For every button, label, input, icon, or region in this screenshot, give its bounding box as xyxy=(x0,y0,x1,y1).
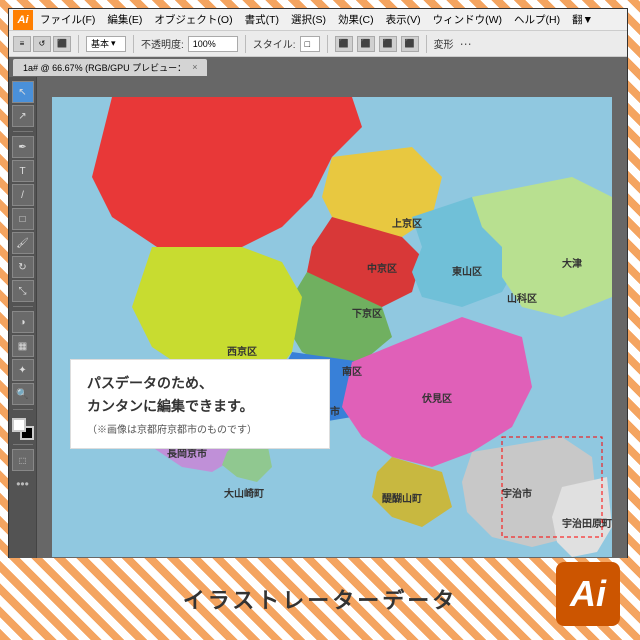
nakagyo-label: 中京区 xyxy=(367,262,397,275)
ujitawara-label: 宇治田原町 xyxy=(562,517,612,530)
style-box: □ xyxy=(305,39,310,49)
rotate-tool[interactable]: ↻ xyxy=(12,256,34,278)
oyamazaki-label: 大山崎町 xyxy=(224,487,264,500)
menu-select[interactable]: 選択(S) xyxy=(288,11,329,28)
toolbar-mode: 基本 ▾ xyxy=(86,36,126,52)
mode-arrow: ▾ xyxy=(111,38,116,49)
select-tool[interactable]: ↖ xyxy=(12,81,34,103)
menu-help[interactable]: ヘルプ(H) xyxy=(511,11,563,28)
toolbar-left: ≡ ↺ ⬛ xyxy=(13,36,71,52)
menu-file[interactable]: ファイル(F) xyxy=(37,11,98,28)
separator-3 xyxy=(245,35,246,53)
yamashina-label: 山科区 xyxy=(507,292,537,305)
zoom-tool[interactable]: 🔍 xyxy=(12,383,34,405)
scale-tool[interactable]: ⤡ xyxy=(12,280,34,302)
shimogyo-label: 下京区 xyxy=(352,307,382,320)
banner-title: イラストレーターデータ xyxy=(183,583,458,615)
separator-2 xyxy=(133,35,134,53)
menu-view[interactable]: 表示(V) xyxy=(383,11,424,28)
style-label: スタイル: xyxy=(253,36,296,51)
menu-bar: Ai ファイル(F) 編集(E) オブジェクト(O) 書式(T) 選択(S) 効… xyxy=(9,9,627,31)
align-btn-2[interactable]: ⬛ xyxy=(357,36,375,52)
menu-format[interactable]: 書式(T) xyxy=(242,11,282,28)
description-main: パスデータのため、カンタンに編集できます。 xyxy=(87,372,313,417)
ai-window: Ai ファイル(F) 編集(E) オブジェクト(O) 書式(T) 選択(S) 効… xyxy=(8,8,628,578)
separator-1 xyxy=(78,35,79,53)
toolbar: ≡ ↺ ⬛ 基本 ▾ 不透明度: 100% スタイル: □ ⬛ xyxy=(9,31,627,57)
line-tool[interactable]: / xyxy=(12,184,34,206)
document-tab[interactable]: 1a# @ 66.67% (RGB/GPU プレビュー： × xyxy=(13,59,207,76)
brush-tool[interactable]: 🖌 xyxy=(12,232,34,254)
main-container: Ai ファイル(F) 編集(E) オブジェクト(O) 書式(T) 選択(S) 効… xyxy=(0,0,640,640)
tool-sep-2 xyxy=(13,306,33,307)
canvas-document[interactable]: 大津 上京区 中京区 下京区 東山区 山科区 西京区 南区 向日市 伏見区 長岡… xyxy=(52,97,612,557)
daigo-label: 醍醐山町 xyxy=(382,492,422,505)
tab-bar: 1a# @ 66.67% (RGB/GPU プレビュー： × xyxy=(9,57,627,77)
opacity-label: 不透明度: xyxy=(141,36,184,51)
type-tool[interactable]: T xyxy=(12,160,34,182)
align-btn-1[interactable]: ⬛ xyxy=(335,36,353,52)
otsu-label: 大津 xyxy=(562,257,582,270)
extra-tools[interactable]: ••• xyxy=(14,477,31,491)
more-btn[interactable]: ⋯ xyxy=(458,37,474,51)
description-sub: （※画像は京都府京都市のものです） xyxy=(87,421,313,436)
opacity-field[interactable]: 100% xyxy=(188,36,238,52)
separator-5 xyxy=(426,35,427,53)
toolbar-btn-1[interactable]: ≡ xyxy=(13,36,31,52)
bottom-banner: イラストレーターデータ Ai xyxy=(0,558,640,640)
menu-window[interactable]: ウィンドウ(W) xyxy=(430,11,505,28)
tool-sep-4 xyxy=(13,444,33,445)
screen-mode[interactable]: ⬚ xyxy=(12,449,34,471)
menu-edit[interactable]: 編集(E) xyxy=(104,11,145,28)
kyoto-map-svg: 大津 上京区 中京区 下京区 東山区 山科区 西京区 南区 向日市 伏見区 長岡… xyxy=(52,97,612,557)
blend-tool[interactable]: ◑ xyxy=(12,311,34,333)
minami-label: 南区 xyxy=(342,365,362,378)
ai-logo-icon: Ai xyxy=(13,10,33,30)
menu-object[interactable]: オブジェクト(O) xyxy=(151,11,235,28)
toolbar-btn-3[interactable]: ⬛ xyxy=(53,36,71,52)
tab-close-btn[interactable]: × xyxy=(192,62,197,72)
direct-select-tool[interactable]: ↗ xyxy=(12,105,34,127)
style-field[interactable]: □ xyxy=(300,36,320,52)
description-box: パスデータのため、カンタンに編集できます。 （※画像は京都府京都市のものです） xyxy=(70,359,330,449)
eyedropper-tool[interactable]: ✦ xyxy=(12,359,34,381)
higashiyama-label: 東山区 xyxy=(452,265,482,278)
mode-label: 基本 xyxy=(91,37,109,50)
uji-label: 宇治市 xyxy=(502,487,532,500)
align-btn-4[interactable]: ⬛ xyxy=(401,36,419,52)
rect-tool[interactable]: □ xyxy=(12,208,34,230)
menu-items: ファイル(F) 編集(E) オブジェクト(O) 書式(T) 選択(S) 効果(C… xyxy=(37,11,596,28)
toolbox: ↖ ↗ ✒ T / □ 🖌 ↻ ⤡ ◑ ▦ ✦ 🔍 xyxy=(9,77,37,577)
fushimi-label: 伏見区 xyxy=(421,392,452,405)
opacity-value: 100% xyxy=(193,39,216,49)
fg-color xyxy=(12,418,26,432)
banner-ai-text: Ai xyxy=(570,573,606,615)
pen-tool[interactable]: ✒ xyxy=(12,136,34,158)
gradient-tool[interactable]: ▦ xyxy=(12,335,34,357)
canvas-area: ↖ ↗ ✒ T / □ 🖌 ↻ ⤡ ◑ ▦ ✦ 🔍 xyxy=(9,77,627,577)
menu-extra[interactable]: 翻▼ xyxy=(569,11,596,28)
nishikyo-label: 西京区 xyxy=(227,345,257,358)
align-btn-3[interactable]: ⬛ xyxy=(379,36,397,52)
tool-sep-3 xyxy=(13,409,33,410)
separator-4 xyxy=(327,35,328,53)
view-label: 変形 xyxy=(434,36,454,51)
banner-ai-logo: Ai xyxy=(556,562,620,626)
tool-sep-1 xyxy=(13,131,33,132)
menu-effect[interactable]: 効果(C) xyxy=(335,11,377,28)
canvas-wrapper: 大津 上京区 中京区 下京区 東山区 山科区 西京区 南区 向日市 伏見区 長岡… xyxy=(37,77,627,577)
kamigyo-label: 上京区 xyxy=(392,217,422,230)
color-swatch[interactable] xyxy=(12,418,34,440)
mode-dropdown[interactable]: 基本 ▾ xyxy=(86,36,126,52)
tab-label: 1a# @ 66.67% (RGB/GPU プレビュー： xyxy=(23,61,186,74)
toolbar-btn-2[interactable]: ↺ xyxy=(33,36,51,52)
